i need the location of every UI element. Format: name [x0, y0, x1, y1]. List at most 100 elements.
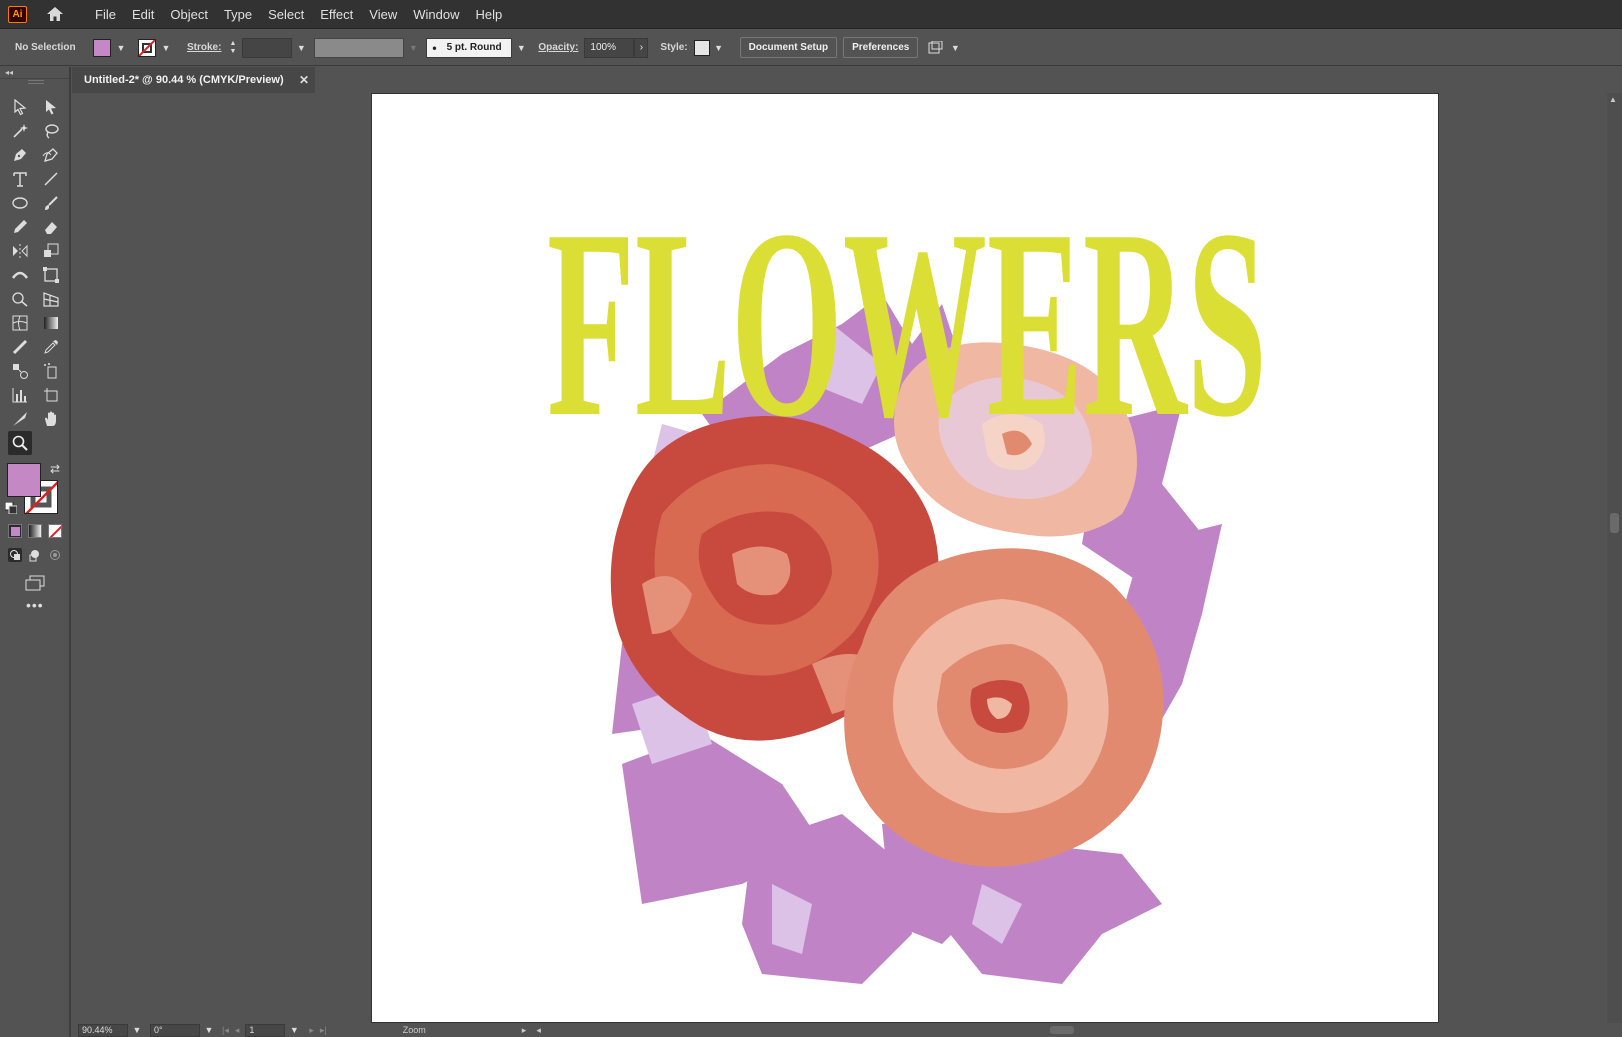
rotation-field[interactable]: 0° — [150, 1023, 200, 1037]
draw-normal-icon[interactable] — [8, 548, 22, 562]
free-transform-tool-icon[interactable] — [40, 264, 62, 286]
chevron-down-icon[interactable]: ▼ — [289, 1025, 299, 1035]
menu-help[interactable]: Help — [467, 7, 510, 22]
shape-builder-tool-icon[interactable] — [9, 288, 31, 310]
scale-tool-icon[interactable] — [40, 240, 62, 262]
current-tool-name: Zoom — [402, 1025, 426, 1035]
draw-inside-icon[interactable] — [48, 548, 62, 562]
hand-tool-icon[interactable] — [40, 408, 62, 430]
chevron-down-icon[interactable]: ▼ — [516, 43, 526, 53]
swap-fill-stroke-icon[interactable]: ⇄ — [50, 462, 60, 476]
fill-swatch[interactable] — [93, 38, 111, 57]
stroke-stepper[interactable]: ▲ ▼ — [229, 40, 236, 56]
graphic-style-swatch[interactable] — [693, 39, 710, 56]
opacity-label[interactable]: Opacity: — [538, 42, 578, 53]
more-tools-icon[interactable]: ••• — [26, 597, 44, 613]
perspective-grid-tool-icon[interactable] — [40, 288, 62, 310]
menu-edit[interactable]: Edit — [124, 7, 162, 22]
vertical-scroll-thumb[interactable] — [1610, 513, 1619, 533]
menu-window[interactable]: Window — [405, 7, 467, 22]
artboard-number-field[interactable]: 1 — [245, 1023, 286, 1037]
opacity-input[interactable]: 100% — [584, 37, 635, 58]
menu-object[interactable]: Object — [162, 7, 216, 22]
horizontal-scroll-thumb[interactable] — [1049, 1026, 1074, 1034]
curvature-tool-icon[interactable] — [40, 144, 62, 166]
gradient-mode-icon[interactable] — [28, 524, 42, 538]
menu-type[interactable]: Type — [216, 7, 260, 22]
zoom-tool-icon[interactable] — [8, 431, 32, 455]
measure-tool-icon[interactable] — [9, 336, 31, 358]
document-tab[interactable]: Untitled-2* @ 90.44 % (CMYK/Preview) ✕ — [72, 67, 315, 93]
chevron-down-icon[interactable]: ▼ — [161, 43, 171, 53]
chevron-down-icon[interactable]: ▼ — [296, 43, 306, 53]
stroke-label[interactable]: Stroke: — [187, 42, 221, 53]
slice-tool-icon[interactable] — [9, 408, 31, 430]
headline-text-artwork[interactable]: FLOWERS — [532, 164, 1282, 484]
menu-view[interactable]: View — [361, 7, 405, 22]
scroll-left-icon[interactable]: ◂ — [536, 1025, 541, 1036]
screen-mode-icon[interactable] — [24, 575, 46, 591]
status-bar: 90.44% ▼ 0° ▼ |◂ ◂ 1 ▼ ▸ ▸| Zoom ▸ ◂ — [72, 1023, 1622, 1037]
brush-definition[interactable]: • 5 pt. Round — [426, 37, 513, 58]
brush-label: 5 pt. Round — [446, 42, 502, 53]
document-setup-button[interactable]: Document Setup — [739, 37, 838, 58]
arrange-documents-icon[interactable] — [928, 40, 946, 55]
blend-tool-icon[interactable] — [9, 360, 31, 382]
last-artboard-icon[interactable]: ▸| — [320, 1025, 327, 1036]
status-menu-icon[interactable]: ▸ — [522, 1025, 527, 1036]
chevron-down-icon[interactable]: ▼ — [132, 1025, 142, 1035]
fill-color-swatch[interactable] — [7, 463, 41, 497]
stroke-swatch[interactable] — [138, 38, 156, 57]
artboard-tool-icon[interactable] — [40, 384, 62, 406]
chevron-down-icon[interactable]: ▼ — [116, 43, 126, 53]
pencil-tool-icon[interactable] — [9, 216, 31, 238]
chevron-down-icon[interactable]: ▼ — [950, 43, 960, 53]
lasso-tool-icon[interactable] — [40, 120, 62, 142]
menu-effect[interactable]: Effect — [312, 7, 361, 22]
collapse-toolbar-icon[interactable]: ◂◂ — [0, 67, 69, 79]
pen-tool-icon[interactable] — [9, 144, 31, 166]
chevron-down-icon[interactable]: ▼ — [408, 43, 418, 53]
scroll-up-icon[interactable]: ▲ — [1609, 95, 1617, 104]
direct-selection-tool-icon[interactable] — [40, 96, 62, 118]
reflect-tool-icon[interactable] — [9, 240, 31, 262]
control-bar: No Selection ▼ ▼ Stroke: ▲ ▼ ▼ ▼ • 5 pt. … — [0, 30, 1622, 66]
mesh-tool-icon[interactable] — [9, 312, 31, 334]
horizontal-scrollbar[interactable] — [545, 1025, 1545, 1035]
default-fill-stroke-icon[interactable] — [4, 501, 18, 515]
paintbrush-tool-icon[interactable] — [40, 192, 62, 214]
toolbar-grip[interactable] — [28, 80, 44, 84]
draw-behind-icon[interactable] — [28, 548, 42, 562]
vertical-scrollbar[interactable]: ▲ — [1607, 93, 1622, 1023]
first-artboard-icon[interactable]: |◂ — [222, 1025, 229, 1036]
close-icon[interactable]: ✕ — [299, 73, 309, 87]
home-icon[interactable] — [45, 5, 65, 23]
width-tool-icon[interactable] — [9, 264, 31, 286]
color-mode-icon[interactable] — [8, 524, 22, 538]
magic-wand-tool-icon[interactable] — [9, 120, 31, 142]
none-mode-icon[interactable] — [48, 524, 62, 538]
next-artboard-icon[interactable]: ▸ — [309, 1025, 314, 1036]
stroke-weight-input[interactable] — [242, 37, 293, 58]
symbol-sprayer-tool-icon[interactable] — [40, 360, 62, 382]
chevron-down-icon[interactable]: ▼ — [204, 1025, 214, 1035]
ellipse-tool-icon[interactable] — [9, 192, 31, 214]
chevron-down-icon[interactable]: ▼ — [714, 43, 724, 53]
chevron-right-icon[interactable]: › — [634, 37, 649, 58]
column-graph-tool-icon[interactable] — [9, 384, 31, 406]
eraser-tool-icon[interactable] — [40, 216, 62, 238]
eyedropper-tool-icon[interactable] — [40, 336, 62, 358]
menu-file[interactable]: File — [87, 7, 124, 22]
canvas-area[interactable]: FLOWERS — [72, 93, 1607, 1023]
selection-tool-icon[interactable] — [9, 96, 31, 118]
artboard[interactable]: FLOWERS — [371, 93, 1439, 1023]
preferences-button[interactable]: Preferences — [843, 37, 919, 58]
gradient-tool-icon[interactable] — [40, 312, 62, 334]
variable-width-profile[interactable] — [314, 37, 405, 58]
line-segment-tool-icon[interactable] — [40, 168, 62, 190]
selection-status: No Selection — [15, 42, 76, 53]
zoom-level-field[interactable]: 90.44% — [78, 1023, 128, 1037]
previous-artboard-icon[interactable]: ◂ — [235, 1025, 240, 1036]
menu-select[interactable]: Select — [260, 7, 312, 22]
type-tool-icon[interactable] — [9, 168, 31, 190]
